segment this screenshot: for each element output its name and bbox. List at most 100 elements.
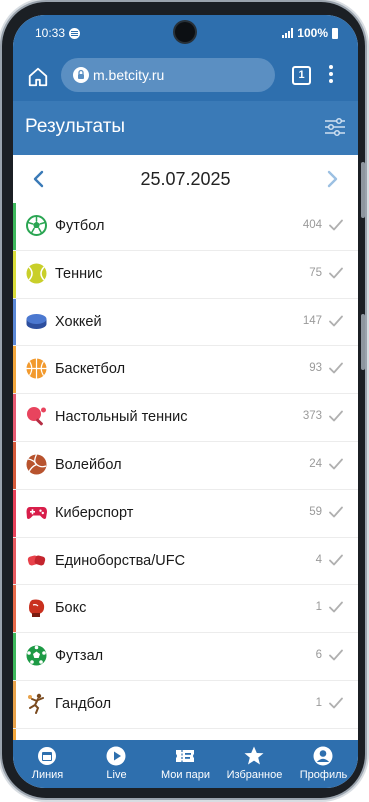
sport-name: Теннис [55, 265, 103, 282]
nav-item-label: Линия [31, 769, 64, 781]
lock-icon [73, 67, 89, 83]
check-icon [329, 458, 343, 470]
bottom-navigation: Линия Live Мои пари Избранное Профиль [13, 740, 358, 788]
sport-result-count: 59 [309, 505, 322, 518]
spotify-icon [69, 28, 80, 39]
check-icon [329, 601, 343, 613]
gamepad-icon [26, 506, 47, 519]
list-item[interactable]: Теннис 75 [13, 250, 358, 299]
ticket-icon [176, 750, 194, 762]
sport-color-stripe [13, 441, 16, 489]
sport-name: Киберспорт [55, 504, 134, 521]
sport-name: Футбол [55, 218, 105, 234]
sport-color-stripe [13, 633, 16, 680]
browser-bar: m.betcity.ru 1 [13, 53, 358, 101]
list-item[interactable]: Баскетбол 93 [13, 346, 358, 395]
sport-name: Хоккей [55, 313, 102, 330]
sport-result-count: 75 [309, 266, 322, 279]
list-item[interactable]: Футбол 404 [13, 203, 358, 251]
volleyball-icon [26, 454, 47, 475]
sport-result-count: 6 [315, 649, 322, 662]
table-tennis-icon [27, 407, 46, 426]
battery-icon [332, 27, 338, 39]
sport-result-count: 4 [315, 553, 322, 566]
check-icon [329, 267, 343, 279]
check-icon [329, 219, 343, 231]
page-title: Результаты [25, 116, 126, 137]
profile-icon [313, 746, 333, 766]
sport-result-count: 147 [302, 314, 322, 327]
filter-settings-icon[interactable] [324, 117, 346, 137]
sport-color-stripe [13, 728, 16, 740]
list-item[interactable]: Гандбол 1 [13, 680, 358, 729]
sport-name: Футзал [55, 648, 104, 665]
nav-item-label: Live [106, 769, 127, 781]
url-bar[interactable]: m.betcity.ru [61, 58, 275, 92]
nav-item-ticket[interactable]: Мои пари [151, 740, 220, 788]
nav-item-star[interactable]: Избранное [220, 740, 289, 788]
check-icon [329, 697, 343, 709]
volume-button [361, 162, 365, 218]
sport-name: Единоборства/UFC [55, 552, 186, 569]
selected-date: 25.07.2025 [140, 169, 231, 189]
check-icon [329, 362, 343, 374]
list-item[interactable]: Бокс 1 [13, 585, 358, 634]
home-icon[interactable] [27, 66, 49, 88]
sport-name: Настольный теннис [55, 409, 188, 426]
sports-results-list: Футбол 404 Теннис 75 Хоккей 147 Баскетбол 93 Нас… [13, 203, 358, 740]
sport-color-stripe [13, 537, 16, 585]
sport-name: Гандбол [55, 695, 112, 712]
nav-item-calendar[interactable]: Линия [13, 740, 82, 788]
list-item[interactable]: Волейбол 24 [13, 441, 358, 490]
sport-color-stripe [13, 203, 16, 250]
handball-player-icon [28, 693, 44, 714]
boxing-icon [29, 599, 45, 618]
sport-color-stripe [13, 680, 16, 728]
status-bar: 10:33 100% [13, 15, 358, 53]
more-menu-icon[interactable] [329, 65, 333, 85]
check-icon [329, 410, 343, 422]
calendar-icon [38, 747, 56, 765]
signal-icon [282, 28, 294, 38]
sport-result-count: 1 [315, 601, 322, 614]
futsal-ball-icon [26, 645, 47, 666]
basketball-icon [26, 358, 47, 379]
screen: 10:33 100% m.betcity.ru 1 Результаты 25.… [13, 15, 358, 788]
battery-percent: 100% [297, 26, 328, 40]
list-item[interactable]: Единоборства/UFC 4 [13, 537, 358, 586]
list-item[interactable]: Киберспорт 59 [13, 489, 358, 538]
check-icon [329, 554, 343, 565]
sport-result-count: 404 [302, 219, 322, 231]
check-icon [329, 649, 343, 661]
sport-result-count: 93 [309, 362, 322, 375]
chevron-right-icon[interactable] [322, 169, 342, 189]
status-right: 100% [282, 26, 338, 40]
sport-color-stripe [13, 489, 16, 537]
list-item[interactable]: Настольный теннис 373 [13, 394, 358, 442]
sport-name: Бокс [55, 600, 87, 617]
nav-item-label: Мои пари [161, 769, 210, 781]
nav-item-profile[interactable]: Профиль [289, 740, 358, 788]
sport-name: Баскетбол [55, 361, 126, 378]
sport-color-stripe [13, 346, 16, 394]
sport-result-count: 24 [309, 457, 322, 470]
sport-result-count: 1 [315, 696, 322, 709]
hockey-puck-icon [26, 313, 47, 329]
sport-color-stripe [13, 394, 16, 441]
play-icon [106, 746, 126, 766]
sport-color-stripe [13, 250, 16, 298]
sport-name: Волейбол [55, 456, 122, 473]
sport-result-count: 373 [302, 410, 322, 423]
list-item[interactable]: Хоккей 147 [13, 298, 358, 347]
list-item[interactable]: Пляжный волейбол12 [13, 728, 358, 740]
nav-item-label: Избранное [226, 769, 283, 781]
soccer-ball-icon [26, 215, 47, 236]
nav-item-play[interactable]: Live [82, 740, 151, 788]
status-time: 10:33 [35, 26, 66, 40]
star-icon [244, 746, 264, 765]
boxing-glove-icon [27, 555, 46, 566]
url-text: m.betcity.ru [93, 67, 165, 83]
date-selector: 25.07.2025 [13, 155, 358, 203]
tabs-icon[interactable]: 1 [292, 66, 311, 85]
list-item[interactable]: Футзал 6 [13, 633, 358, 681]
